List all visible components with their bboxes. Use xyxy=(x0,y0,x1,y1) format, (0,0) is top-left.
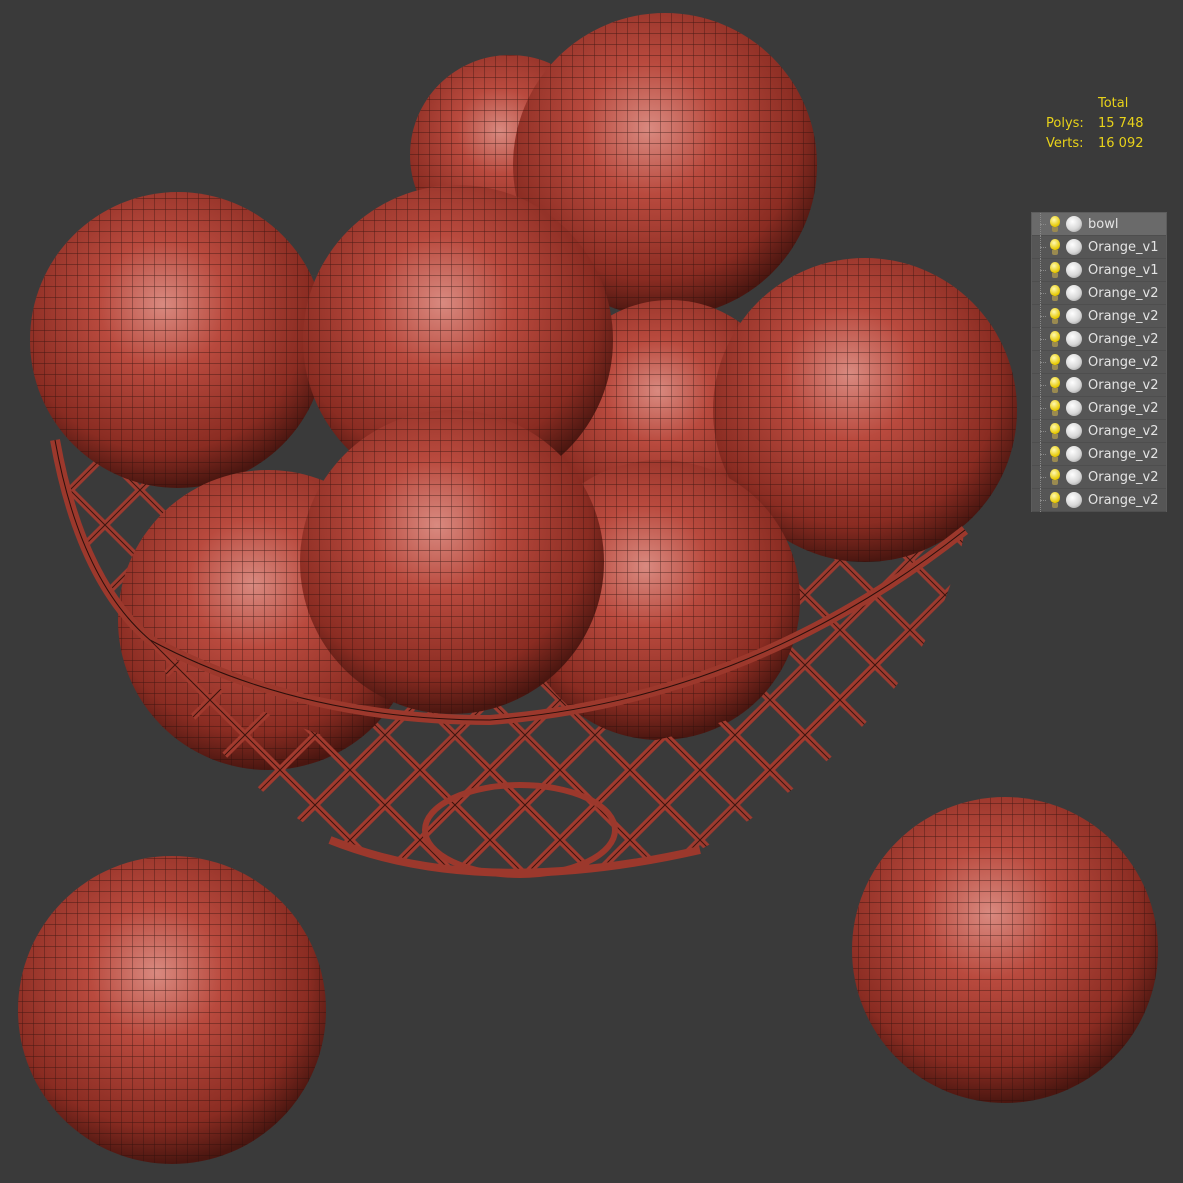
sphere-material-icon[interactable] xyxy=(1066,285,1082,301)
sphere-material-icon[interactable] xyxy=(1066,492,1082,508)
layer-name: bowl xyxy=(1088,216,1119,232)
tree-connector xyxy=(1032,488,1046,512)
layer-item[interactable]: Orange_v2 xyxy=(1032,419,1166,443)
sphere-material-icon[interactable] xyxy=(1066,216,1082,232)
polys-value: 15 748 xyxy=(1098,116,1144,131)
sphere-material-icon[interactable] xyxy=(1066,331,1082,347)
layer-name: Orange_v2 xyxy=(1088,492,1159,508)
tree-connector xyxy=(1032,258,1046,282)
layer-item[interactable]: Orange_v2 xyxy=(1032,350,1166,374)
light-bulb-icon[interactable] xyxy=(1048,284,1062,302)
layer-name: Orange_v2 xyxy=(1088,377,1159,393)
layer-name: Orange_v2 xyxy=(1088,308,1159,324)
light-bulb-icon[interactable] xyxy=(1048,445,1062,463)
fruit-left-top xyxy=(30,192,326,488)
layer-item[interactable]: Orange_v2 xyxy=(1032,488,1166,512)
polys-label: Polys: xyxy=(1046,116,1084,131)
layer-name: Orange_v2 xyxy=(1088,331,1159,347)
scene-render xyxy=(18,13,1158,1164)
layer-item[interactable]: Orange_v2 xyxy=(1032,304,1166,328)
fruit-floor-left xyxy=(18,856,326,1164)
layer-name: Orange_v2 xyxy=(1088,423,1159,439)
tree-connector xyxy=(1032,212,1046,236)
light-bulb-icon[interactable] xyxy=(1048,399,1062,417)
layer-item[interactable]: Orange_v2 xyxy=(1032,373,1166,397)
layer-item[interactable]: Orange_v1 xyxy=(1032,258,1166,282)
tree-connector xyxy=(1032,350,1046,374)
scene-layer-list: bowl Orange_v1 Orange_v1 Orange_v2 Orang… xyxy=(1031,212,1167,512)
sphere-material-icon[interactable] xyxy=(1066,423,1082,439)
fruit-floor-right xyxy=(852,797,1158,1103)
layer-item[interactable]: Orange_v2 xyxy=(1032,442,1166,466)
sphere-material-icon[interactable] xyxy=(1066,377,1082,393)
layer-item[interactable]: Orange_v2 xyxy=(1032,465,1166,489)
tree-connector xyxy=(1032,465,1046,489)
tree-connector xyxy=(1032,373,1046,397)
sphere-material-icon[interactable] xyxy=(1066,354,1082,370)
layer-item[interactable]: Orange_v1 xyxy=(1032,235,1166,259)
sphere-material-icon[interactable] xyxy=(1066,239,1082,255)
light-bulb-icon[interactable] xyxy=(1048,491,1062,509)
light-bulb-icon[interactable] xyxy=(1048,422,1062,440)
tree-connector xyxy=(1032,235,1046,259)
sphere-material-icon[interactable] xyxy=(1066,262,1082,278)
tree-connector xyxy=(1032,281,1046,305)
layer-name: Orange_v1 xyxy=(1088,262,1159,278)
verts-value: 16 092 xyxy=(1098,136,1144,151)
light-bulb-icon[interactable] xyxy=(1048,238,1062,256)
light-bulb-icon[interactable] xyxy=(1048,307,1062,325)
fruit-front-center xyxy=(300,410,604,714)
layer-name: Orange_v2 xyxy=(1088,285,1159,301)
light-bulb-icon[interactable] xyxy=(1048,330,1062,348)
sphere-material-icon[interactable] xyxy=(1066,446,1082,462)
layer-name: Orange_v2 xyxy=(1088,446,1159,462)
tree-connector xyxy=(1032,419,1046,443)
light-bulb-icon[interactable] xyxy=(1048,261,1062,279)
light-bulb-icon[interactable] xyxy=(1048,215,1062,233)
tree-connector xyxy=(1032,304,1046,328)
verts-label: Verts: xyxy=(1046,136,1084,151)
tree-connector xyxy=(1032,396,1046,420)
stats-header: Total xyxy=(1098,96,1129,111)
sphere-material-icon[interactable] xyxy=(1066,308,1082,324)
layer-item[interactable]: bowl xyxy=(1032,212,1166,236)
sphere-material-icon[interactable] xyxy=(1066,469,1082,485)
tree-connector xyxy=(1032,442,1046,466)
scene-statistics: Total Polys: 15 748 Verts: 16 092 xyxy=(1046,94,1144,154)
light-bulb-icon[interactable] xyxy=(1048,376,1062,394)
tree-connector xyxy=(1032,327,1046,351)
sphere-material-icon[interactable] xyxy=(1066,400,1082,416)
layer-item[interactable]: Orange_v2 xyxy=(1032,396,1166,420)
layer-name: Orange_v2 xyxy=(1088,354,1159,370)
layer-item[interactable]: Orange_v2 xyxy=(1032,281,1166,305)
layer-name: Orange_v2 xyxy=(1088,400,1159,416)
3d-viewport[interactable]: Total Polys: 15 748 Verts: 16 092 bowl O… xyxy=(0,0,1183,1183)
layer-name: Orange_v2 xyxy=(1088,469,1159,485)
light-bulb-icon[interactable] xyxy=(1048,468,1062,486)
layer-item[interactable]: Orange_v2 xyxy=(1032,327,1166,351)
layer-name: Orange_v1 xyxy=(1088,239,1159,255)
light-bulb-icon[interactable] xyxy=(1048,353,1062,371)
